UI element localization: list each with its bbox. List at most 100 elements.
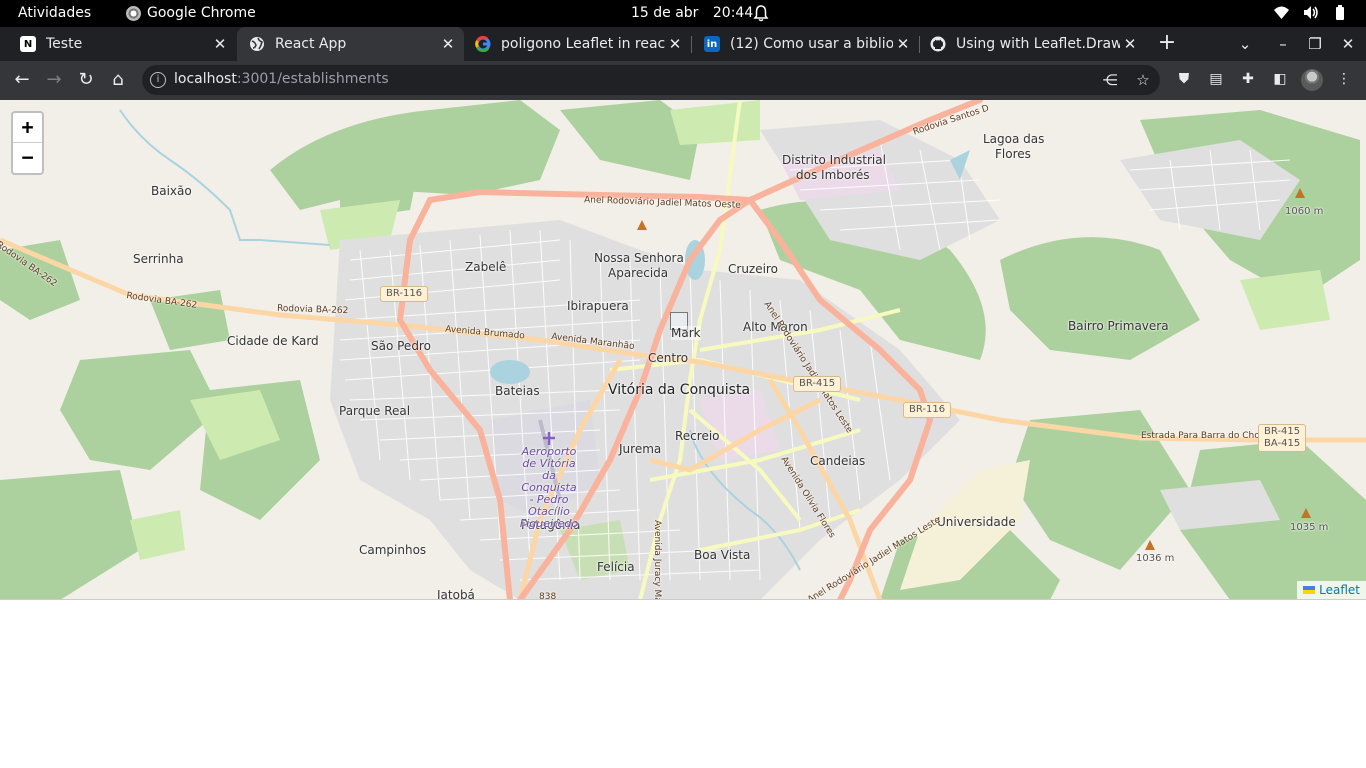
marker-alt-text: Mark — [671, 326, 701, 340]
road-shield: BR-116 — [380, 286, 429, 302]
place-label: Centro — [648, 351, 689, 365]
system-top-bar: Atividades Google Chrome 15 de abr 20:44 — [0, 0, 1366, 27]
place-label: Aparecida — [608, 266, 669, 280]
shield-extension-icon[interactable]: ⛊ — [1175, 70, 1193, 88]
tab-linkedin[interactable]: in (12) Como usar a biblioteca ✕ — [692, 27, 919, 61]
reload-icon[interactable]: ↻ — [74, 68, 98, 92]
tab-title: (12) Como usar a biblioteca — [730, 36, 893, 52]
browser-toolbar: ← → ↻ ⌂ i localhost:3001/establishments … — [0, 61, 1366, 100]
place-label: Flores — [995, 147, 1031, 161]
address-bar[interactable]: i localhost:3001/establishments ⋲ ☆ — [142, 65, 1160, 95]
clock[interactable]: 15 de abr 20:44 — [631, 5, 753, 21]
menu-kebab-icon[interactable]: ⋮ — [1335, 70, 1353, 88]
extensions-puzzle-icon[interactable]: ✚ — [1239, 70, 1257, 88]
city-label: Vitória da Conquista — [608, 382, 751, 398]
zoom-out-button[interactable]: − — [13, 143, 42, 173]
tab-close-icon[interactable]: ✕ — [893, 35, 913, 53]
side-panel-icon[interactable]: ◧ — [1271, 70, 1289, 88]
maximize-window-icon[interactable]: ❐ — [1303, 27, 1327, 61]
place-label: Felícia — [597, 560, 635, 574]
url-text[interactable]: localhost:3001/establishments — [174, 71, 389, 87]
tab-title: poligono Leaflet in react — [501, 36, 665, 52]
site-info-icon[interactable]: i — [150, 72, 166, 88]
peak-label: 1035 m — [1290, 522, 1329, 533]
tab-title: Teste — [46, 36, 83, 52]
place-label: Jatobá — [437, 588, 475, 600]
clock-date: 15 de abr — [631, 5, 699, 21]
tab-search-chevron-icon[interactable]: ⌄ — [1233, 27, 1257, 61]
place-label: Jurema — [619, 442, 662, 456]
home-icon[interactable]: ⌂ — [106, 68, 130, 92]
airport-label: Aeroporto de Vitória da Conquista - Pedr… — [519, 445, 579, 530]
notion-icon: N — [20, 36, 36, 52]
place-label: Parque Real — [339, 404, 411, 418]
url-path: :3001/establishments — [236, 71, 389, 87]
road-label: Avenida Juracy Magalhães — [652, 520, 662, 600]
tab-teste[interactable]: N Teste ✕ — [8, 27, 236, 61]
tab-close-icon[interactable]: ✕ — [1120, 35, 1140, 53]
road-label: Estrada Para Barra do Choça — [1141, 431, 1271, 441]
share-icon[interactable]: ⋲ — [1100, 70, 1120, 90]
close-window-icon[interactable]: ✕ — [1336, 27, 1360, 61]
bookmark-star-icon[interactable]: ☆ — [1133, 70, 1153, 90]
map-attribution: Leaflet — [1297, 581, 1366, 599]
chrome-icon — [126, 5, 141, 21]
tab-close-icon[interactable]: ✕ — [210, 35, 230, 53]
tab-close-icon[interactable]: ✕ — [438, 35, 458, 53]
road-label: 838 — [539, 592, 557, 600]
back-arrow-icon[interactable]: ← — [10, 68, 34, 92]
place-label: Cruzeiro — [728, 262, 778, 276]
place-label: Bairro Primavera — [1068, 319, 1169, 333]
ukraine-flag-icon — [1303, 586, 1316, 594]
place-label: Zabelê — [465, 260, 507, 274]
road-shield-line: BR-415 — [1264, 426, 1301, 437]
leaflet-map[interactable]: Baixão Serrinha Cidade de Kard São Pedro… — [0, 100, 1366, 600]
place-label: Serrinha — [133, 252, 184, 266]
url-host: localhost — [174, 71, 237, 87]
peak-label: 1036 m — [1136, 553, 1175, 564]
activities-button[interactable]: Atividades — [18, 5, 91, 21]
place-label: Bateias — [495, 384, 540, 398]
minimize-window-icon[interactable]: – — [1271, 27, 1295, 61]
app-menu[interactable]: Google Chrome — [126, 5, 256, 21]
place-label: São Pedro — [371, 339, 431, 353]
globe-icon — [249, 36, 265, 52]
zoom-in-button[interactable]: + — [13, 113, 42, 143]
peak-label: 1060 m — [1285, 206, 1324, 217]
sheet-extension-icon[interactable]: ▤ — [1207, 70, 1225, 88]
place-label: Recreio — [675, 429, 720, 443]
notification-bell-icon — [753, 5, 769, 22]
app-name: Google Chrome — [147, 5, 256, 21]
tab-title: React App — [275, 36, 347, 52]
profile-avatar[interactable] — [1301, 69, 1323, 91]
new-tab-button[interactable]: + — [1156, 27, 1178, 61]
wifi-icon — [1273, 4, 1290, 21]
tab-title: Using with Leaflet.Draw — [956, 36, 1120, 52]
place-label: Baixão — [151, 184, 192, 198]
leaflet-link[interactable]: Leaflet — [1319, 581, 1360, 599]
place-label: Lagoa das — [983, 132, 1045, 146]
tab-poligono-leaflet[interactable]: poligono Leaflet in react ✕ — [463, 27, 691, 61]
road-shield: BR-415 BA-415 — [1258, 424, 1307, 452]
clock-time: 20:44 — [712, 5, 754, 21]
map-tiles — [0, 100, 1366, 599]
battery-icon — [1331, 4, 1348, 21]
place-label: Ibirapuera — [567, 299, 629, 313]
place-label: Universidade — [937, 515, 1016, 529]
tab-github[interactable]: Using with Leaflet.Draw ✕ — [918, 27, 1146, 61]
volume-icon — [1302, 4, 1319, 21]
forward-arrow-icon[interactable]: → — [42, 68, 66, 92]
github-icon — [930, 36, 946, 52]
tab-react-app[interactable]: React App ✕ — [237, 27, 464, 61]
place-label: Distrito Industrial — [782, 153, 886, 167]
place-label: Boa Vista — [694, 548, 751, 562]
system-status-area[interactable] — [1273, 4, 1348, 21]
road-shield-line: BA-415 — [1264, 438, 1301, 449]
place-label: Nossa Senhora — [594, 251, 684, 265]
place-label: Candeias — [810, 454, 866, 468]
linkedin-icon: in — [704, 36, 720, 52]
tab-close-icon[interactable]: ✕ — [665, 35, 685, 53]
place-label: dos Imborés — [796, 168, 870, 182]
road-shield: BR-415 — [793, 376, 842, 392]
place-label: Campinhos — [359, 543, 427, 557]
